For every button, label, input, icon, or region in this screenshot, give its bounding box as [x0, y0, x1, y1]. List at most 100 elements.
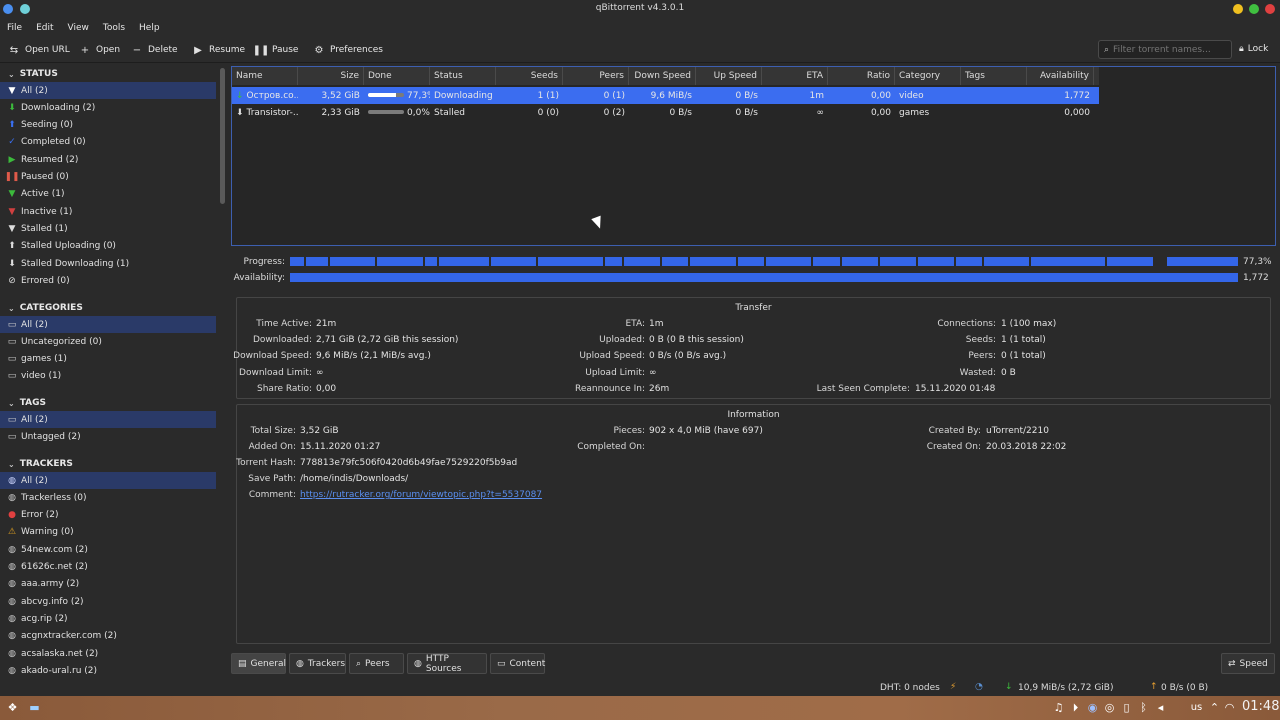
sidebar-tracker-item[interactable]: ◍ All (2) — [0, 472, 216, 489]
column-header[interactable]: Tags — [961, 67, 1027, 85]
open-button[interactable]: + Open — [79, 43, 120, 57]
sidebar-tracker-item[interactable]: ● Error (2) — [0, 507, 216, 524]
sidebar-status-item[interactable]: ▼ All (2) — [0, 82, 216, 99]
column-header[interactable]: Status — [430, 67, 496, 85]
column-header[interactable]: Up Speed — [696, 67, 762, 85]
column-header[interactable]: ETA — [762, 67, 828, 85]
table-row[interactable]: ⬇ Transistor-... 2,33 GiB 0,0% Stalled 0 (0) 0… — [232, 104, 1099, 121]
column-header[interactable]: Down Speed — [629, 67, 696, 85]
sidebar-tracker-item[interactable]: ◍ Trackerless (0) — [0, 489, 216, 506]
search-input[interactable] — [1113, 44, 1224, 55]
menu-view[interactable]: View — [68, 23, 89, 33]
sidebar-scrollbar[interactable] — [220, 68, 225, 204]
delete-button[interactable]: − Delete — [131, 43, 178, 57]
column-header[interactable]: Name — [232, 67, 298, 85]
tags-section-header[interactable]: ⌄ TAGS — [8, 398, 46, 408]
table-row[interactable]: ↓Остров.со... 3,52 GiB 77,3% Downloading 1 (… — [232, 87, 1099, 104]
tab-http-sources[interactable]: ◍ HTTP Sources — [407, 653, 487, 674]
tab-content[interactable]: ▭ Content — [490, 653, 545, 674]
sidebar-tracker-item[interactable]: ⚠ Warning (0) — [0, 524, 216, 541]
clipboard-icon[interactable]: ▯ — [1120, 701, 1133, 714]
qbittorrent-tray-icon[interactable]: ◉ — [1086, 701, 1099, 714]
sidebar-status-item[interactable]: ✓ Completed (0) — [0, 134, 216, 151]
minimize-button[interactable] — [1233, 4, 1243, 14]
lock-button[interactable]: 🔒︎ Lock — [1239, 44, 1268, 54]
sidebar-tracker-item[interactable]: ◍ acgnxtracker.com (2) — [0, 628, 216, 645]
media-icon[interactable]: ⏵ — [1069, 701, 1082, 714]
sidebar-status-item[interactable]: ▶ Resumed (2) — [0, 151, 216, 168]
sidebar-tracker-item[interactable]: ◍ acg.rip (2) — [0, 610, 216, 627]
menu-help[interactable]: Help — [139, 23, 160, 33]
status-cell: Stalled — [434, 107, 466, 118]
sidebar-category-item[interactable]: ▭ video (1) — [0, 368, 216, 385]
close-button[interactable] — [1265, 4, 1275, 14]
sidebar-tag-item[interactable]: ▭ All (2) — [0, 411, 216, 428]
open-url-button[interactable]: ⇆ Open URL — [8, 43, 70, 57]
sidebar-tracker-item[interactable]: ◍ acsalaska.net (2) — [0, 645, 216, 662]
sidebar-status-item[interactable]: ▼ Stalled (1) — [0, 220, 216, 237]
piece-gap — [422, 257, 425, 266]
tray-expand-icon[interactable]: ⌃ — [1208, 701, 1221, 714]
sidebar-tracker-item[interactable]: ◍ abcvg.info (2) — [0, 593, 216, 610]
piece-gap — [915, 257, 918, 266]
resume-button[interactable]: ▶ Resume — [192, 43, 245, 57]
column-header[interactable]: Peers — [563, 67, 629, 85]
sidebar-category-item[interactable]: ▭ Uncategorized (0) — [0, 333, 216, 350]
sidebar-status-item[interactable]: ▼ Inactive (1) — [0, 203, 216, 220]
network-icon[interactable]: ◎ — [1103, 701, 1116, 714]
categories-section-header[interactable]: ⌄ CATEGORIES — [8, 303, 83, 313]
preferences-button[interactable]: ⚙ Preferences — [313, 43, 383, 57]
bluetooth-icon[interactable]: ᛒ — [1137, 701, 1150, 714]
column-header[interactable]: Category — [895, 67, 961, 85]
tab-peers[interactable]: ⌕ Peers — [349, 653, 404, 674]
menu-file[interactable]: File — [7, 23, 22, 33]
folder-icon: ▭ — [7, 319, 17, 330]
file-manager-icon[interactable]: ▬ — [28, 701, 41, 714]
piece-gap — [735, 257, 738, 266]
sidebar-status-item[interactable]: ▼ Active (1) — [0, 186, 216, 203]
sidebar-tracker-item[interactable]: ◍ 61626c.net (2) — [0, 559, 216, 576]
sidebar-tracker-item[interactable]: ◍ 54new.com (2) — [0, 541, 216, 558]
notifications-icon[interactable]: ♫ — [1052, 701, 1065, 714]
pause-button[interactable]: ❚❚ Pause — [253, 43, 299, 57]
app-launcher-icon[interactable]: ❖ — [6, 701, 19, 714]
trackers-section-header[interactable]: ⌄ TRACKERS — [8, 459, 73, 469]
column-header[interactable]: Seeds — [496, 67, 563, 85]
keyboard-layout[interactable]: us — [1190, 701, 1203, 714]
sidebar-status-item[interactable]: ⬇ Stalled Downloading (1) — [0, 255, 216, 272]
comment-value[interactable]: https://rutracker.org/forum/viewtopic.ph… — [300, 490, 542, 500]
column-header[interactable]: Size — [298, 67, 364, 85]
column-header[interactable]: Done — [364, 67, 430, 85]
speed-gauge-icon[interactable]: ◔ — [975, 682, 983, 692]
sidebar-status-item[interactable]: ❚❚ Paused (0) — [0, 169, 216, 186]
status-section-header[interactable]: ⌄ STATUS — [8, 69, 58, 79]
tab-general[interactable]: ▤ General — [231, 653, 286, 674]
piece-gap — [436, 257, 439, 266]
search-box[interactable]: ⌕ — [1098, 40, 1232, 59]
piece-gap — [811, 257, 814, 266]
menu-edit[interactable]: Edit — [36, 23, 53, 33]
sidebar-category-item[interactable]: ▭ games (1) — [0, 351, 216, 368]
downloaded-value: 2,71 GiB (2,72 GiB this session) — [316, 335, 459, 345]
alt-speed-icon[interactable]: ⚡ — [950, 682, 956, 692]
sidebar-tracker-item[interactable]: ◍ aaa.army (2) — [0, 576, 216, 593]
up-cell: 0 B/s — [735, 90, 758, 101]
sidebar-tag-item[interactable]: ▭ Untagged (2) — [0, 428, 216, 445]
sidebar-status-item[interactable]: ⬇ Downloading (2) — [0, 99, 216, 116]
volume-icon[interactable]: ◂ — [1154, 701, 1167, 714]
speed-button[interactable]: ⇄ Speed — [1221, 653, 1275, 674]
sidebar-status-item[interactable]: ⬆ Seeding (0) — [0, 117, 216, 134]
wifi-icon[interactable]: ◠ — [1223, 701, 1236, 714]
reannounce-value: 26m — [649, 384, 670, 394]
toolbar: ⇆ Open URL + Open − Delete ▶ Resume ❚❚ Pause … — [0, 37, 1280, 63]
menu-tools[interactable]: Tools — [103, 23, 125, 33]
column-header[interactable]: Availability — [1027, 67, 1094, 85]
sidebar-category-item[interactable]: ▭ All (2) — [0, 316, 216, 333]
sidebar-status-item[interactable]: ⊘ Errored (0) — [0, 272, 216, 289]
sidebar-status-item[interactable]: ⬆ Stalled Uploading (0) — [0, 238, 216, 255]
tab-trackers[interactable]: ◍ Trackers — [289, 653, 346, 674]
maximize-button[interactable] — [1249, 4, 1259, 14]
download-arrow-icon: ↓ — [1005, 682, 1013, 692]
sidebar-tracker-item[interactable]: ◍ akado-ural.ru (2) — [0, 662, 216, 679]
column-header[interactable]: Ratio — [828, 67, 895, 85]
